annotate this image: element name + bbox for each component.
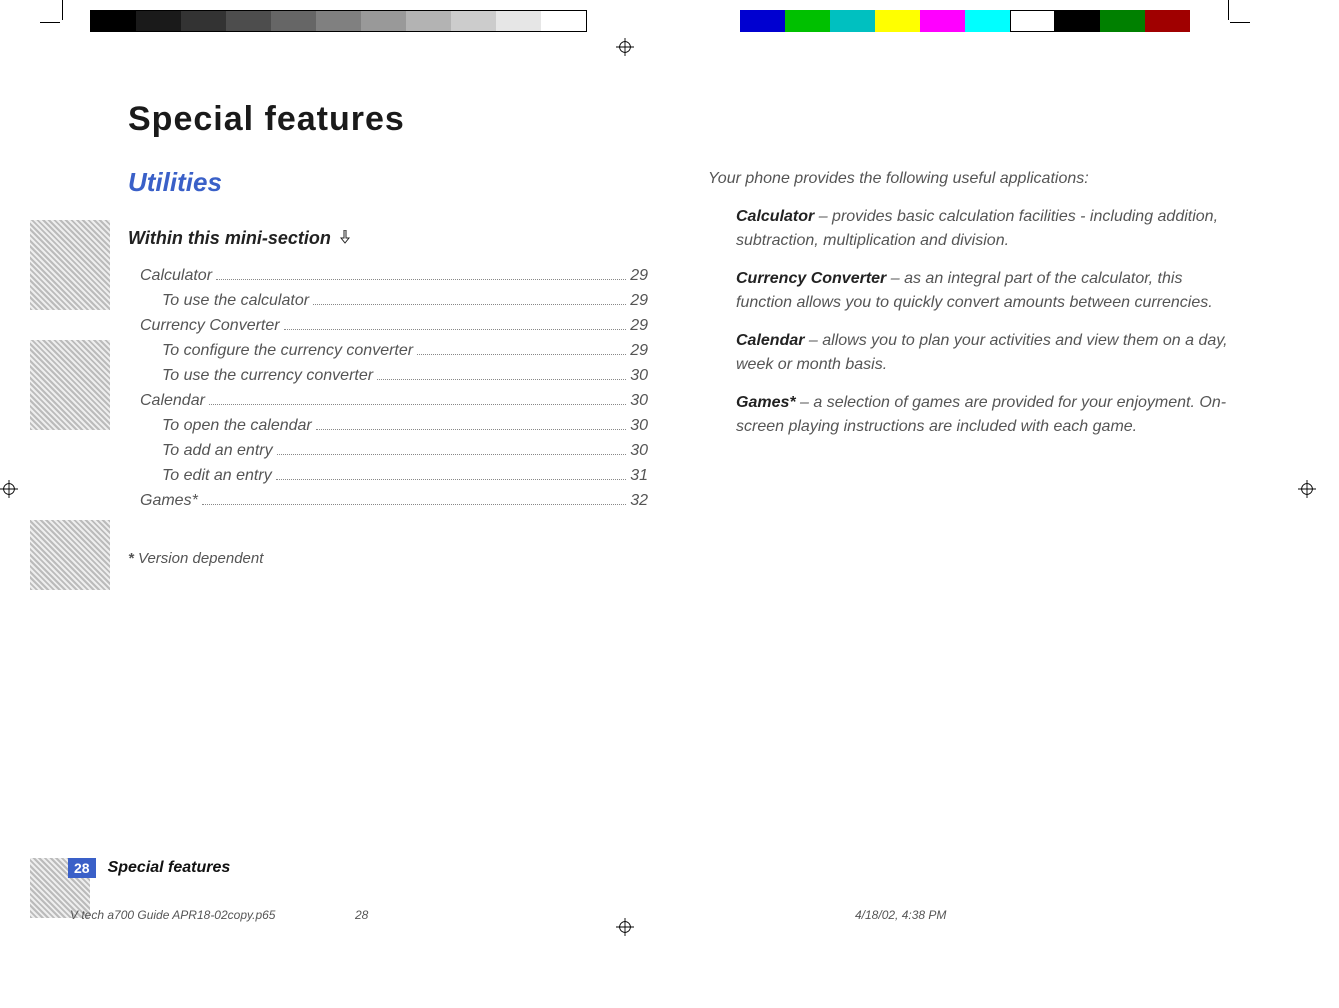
toc-row: Games* 32 [128, 492, 648, 510]
intro-column: Your phone provides the following useful… [708, 167, 1228, 567]
toc-dots [276, 479, 627, 480]
toc-label: To use the calculator [162, 292, 309, 310]
footnote-marker: * [128, 550, 134, 567]
crop-mark [1230, 22, 1250, 23]
footnote-text: Version dependent [138, 550, 263, 567]
intro-item: Calculator – provides basic calculation … [708, 205, 1228, 253]
crop-mark [62, 0, 63, 20]
intro-item-lead: Games* [736, 394, 796, 411]
arrow-down-icon [339, 228, 351, 249]
side-texture [30, 340, 110, 430]
intro-item: Currency Converter – as an integral part… [708, 267, 1228, 315]
intro-lead: Your phone provides the following useful… [708, 167, 1228, 191]
toc-row: Currency Converter 29 [128, 317, 648, 335]
registration-mark-icon [1298, 480, 1316, 498]
toc-page: 29 [630, 267, 648, 285]
toc-dots [417, 354, 626, 355]
toc-label: Currency Converter [140, 317, 280, 335]
toc-row: To use the calculator 29 [128, 292, 648, 310]
mini-section-heading: Within this mini-section [128, 228, 648, 249]
toc-page: 30 [630, 392, 648, 410]
toc-page: 32 [630, 492, 648, 510]
registration-mark-icon [0, 480, 18, 498]
toc-dots [277, 454, 627, 455]
toc-label: To use the currency converter [162, 367, 373, 385]
toc-label: To open the calendar [162, 417, 312, 435]
intro-item-lead: Calendar [736, 332, 804, 349]
toc-label: Calculator [140, 267, 212, 285]
toc-row: To open the calendar 30 [128, 417, 648, 435]
toc-page: 30 [630, 417, 648, 435]
toc-page: 30 [630, 442, 648, 460]
intro-item: Calendar – allows you to plan your activ… [708, 329, 1228, 377]
toc-page: 29 [630, 292, 648, 310]
table-of-contents: Calculator29To use the calculator29Curre… [128, 267, 648, 510]
toc-dots [284, 329, 627, 330]
toc-page: 29 [630, 317, 648, 335]
toc-row: Calculator 29 [128, 267, 648, 285]
toc-label: To add an entry [162, 442, 273, 460]
crop-mark [1228, 0, 1229, 20]
meta-timestamp: 4/18/02, 4:38 PM [855, 908, 946, 922]
toc-page: 29 [630, 342, 648, 360]
grayscale-swatch-bar [90, 10, 587, 32]
toc-dots [316, 429, 626, 430]
page-title: Special features [128, 100, 1228, 139]
intro-item-text: – a selection of games are provided for … [736, 394, 1226, 435]
toc-page: 30 [630, 367, 648, 385]
color-swatch-bar [740, 10, 1190, 32]
crop-mark [40, 22, 60, 23]
toc-label: To edit an entry [162, 467, 272, 485]
section-heading: Utilities [128, 167, 648, 198]
toc-row: To add an entry 30 [128, 442, 648, 460]
intro-item-lead: Calculator [736, 208, 814, 225]
toc-dots [377, 379, 626, 380]
toc-label: To configure the currency converter [162, 342, 413, 360]
side-texture [30, 220, 110, 310]
meta-page: 28 [355, 908, 368, 922]
toc-row: To use the currency converter 30 [128, 367, 648, 385]
toc-row: To edit an entry 31 [128, 467, 648, 485]
footnote: * Version dependent [128, 550, 648, 567]
footer-title: Special features [108, 859, 231, 877]
toc-label: Games* [140, 492, 198, 510]
toc-dots [313, 304, 626, 305]
intro-item: Games* – a selection of games are provid… [708, 391, 1228, 439]
side-texture [30, 520, 110, 590]
toc-page: 31 [630, 467, 648, 485]
registration-mark-icon [616, 38, 634, 56]
intro-item-lead: Currency Converter [736, 270, 886, 287]
meta-file: V tech a700 Guide APR18-02copy.p65 [70, 908, 275, 922]
toc-label: Calendar [140, 392, 205, 410]
page-number-badge: 28 [68, 858, 96, 878]
meta-line: V tech a700 Guide APR18-02copy.p65 28 4/… [70, 908, 1269, 922]
toc-row: To configure the currency converter 29 [128, 342, 648, 360]
toc-dots [216, 279, 626, 280]
mini-section-label: Within this mini-section [128, 228, 331, 249]
page-footer: 28 Special features [68, 858, 230, 878]
intro-item-text: – allows you to plan your activities and… [736, 332, 1228, 373]
toc-dots [209, 404, 626, 405]
toc-row: Calendar 30 [128, 392, 648, 410]
toc-dots [202, 504, 626, 505]
